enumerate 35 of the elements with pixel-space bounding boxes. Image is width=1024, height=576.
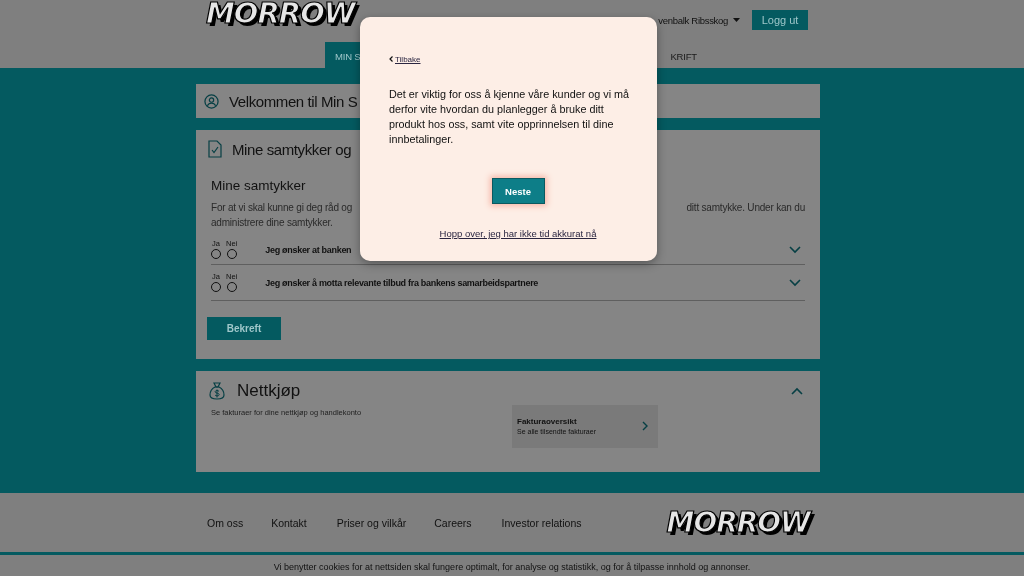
section-heading: Mine samtykker [211, 178, 306, 193]
consent-text: Jeg ønsker å motta relevante tilbud fra bankens samarbeidspartnere [265, 277, 540, 288]
consent-text: Jeg ønsker at banken [265, 245, 353, 255]
next-button[interactable]: Neste [491, 178, 545, 204]
link-title: Fakturaoversikt [517, 417, 578, 426]
card-title: Velkommen til Min S [229, 92, 358, 110]
description-text: For at vi skal kunne gi deg råd og [211, 201, 353, 215]
back-link[interactable]: Tilbake [389, 54, 421, 64]
morrow-logo[interactable]: MORROW [206, 0, 355, 28]
description-text: administrere dine samtykker. [211, 217, 333, 228]
modal-message: Det er viktig for oss å kjenne våre kunder og vi må derfor vite hvordan du planlegger å bruke ditt produkt hos oss, samt vite opprinnelsen til dine innbetalinger. [389, 87, 631, 147]
footer-link[interactable]: Priser og vilkår [336, 516, 407, 529]
footer-link[interactable]: Investor relations [501, 516, 582, 529]
morrow-logo[interactable]: MORROW [666, 508, 810, 537]
card-title: Nettkjøp [237, 381, 301, 401]
logout-button[interactable]: Logg ut [752, 10, 808, 30]
user-circle-icon [204, 93, 219, 109]
money-bag-icon [209, 382, 225, 400]
description-text: ditt samtykke. Under kan du [686, 201, 805, 215]
chevron-up-icon[interactable] [791, 387, 803, 395]
caret-icon[interactable] [733, 18, 740, 22]
chevron-right-icon [642, 421, 648, 431]
card-title: Mine samtykker og [232, 140, 352, 158]
chevron-down-icon[interactable] [789, 246, 801, 254]
document-check-icon [208, 140, 222, 158]
cookie-notice: Vi benytter cookies for at nettsiden skal fungere optimalt, for analyse og statistikk, og for å tilpasse innhold og annonser. [272, 561, 752, 572]
user-name[interactable]: venbalk Ribsskog [658, 14, 728, 26]
chevron-down-icon[interactable] [789, 278, 801, 287]
confirm-button[interactable]: Bekreft [207, 317, 281, 340]
chevron-left-icon [389, 56, 393, 62]
nav-tab[interactable]: KRIFT [660, 42, 705, 68]
footer-link[interactable]: Careers [434, 516, 472, 529]
footer-link[interactable]: Om oss [207, 516, 244, 529]
skip-link[interactable]: Hopp over, jeg har ikke tid akkurat nå [439, 228, 597, 239]
footer-link[interactable]: Kontakt [271, 516, 307, 529]
